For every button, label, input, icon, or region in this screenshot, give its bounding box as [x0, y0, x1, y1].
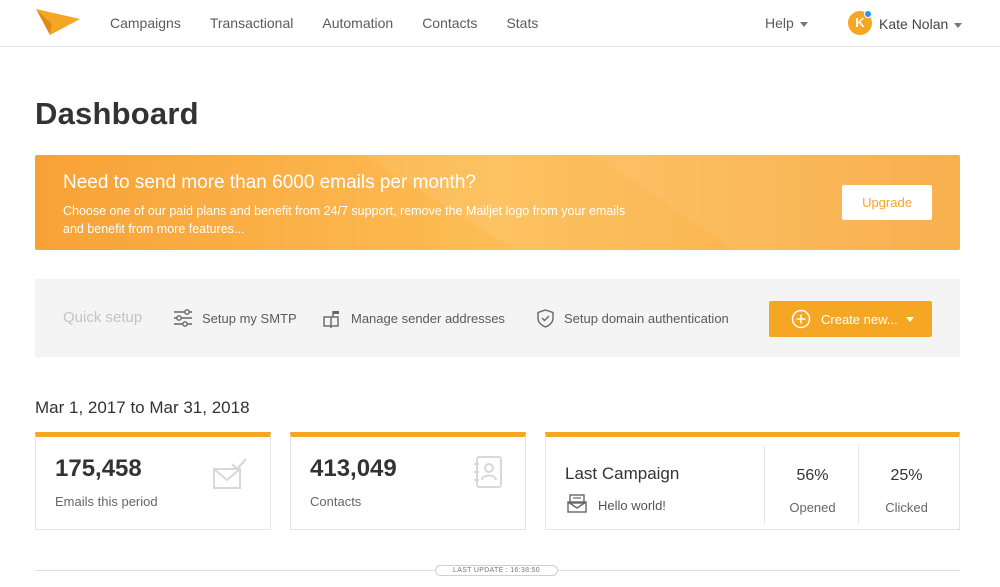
shield-check-icon: [537, 309, 554, 328]
last-campaign-title: Last Campaign: [565, 464, 680, 483]
emails-label: Emails this period: [55, 494, 158, 509]
last-campaign-name[interactable]: Hello world!: [598, 498, 666, 513]
chevron-down-icon: [799, 21, 808, 27]
quick-setup-bar: Quick setup Setup my SMTP Manage sender …: [35, 279, 960, 357]
opened-stat: 56% Opened: [764, 446, 859, 524]
notification-dot-icon: [864, 10, 872, 18]
nav-stats[interactable]: Stats: [506, 15, 538, 31]
setup-smtp-link[interactable]: Setup my SMTP: [173, 309, 297, 327]
banner-text: Choose one of our paid plans and benefit…: [63, 204, 626, 236]
contacts-stat-card: 413,049 Contacts: [290, 432, 526, 530]
campaign-envelope-icon: [567, 494, 587, 513]
page-title: Dashboard: [35, 96, 199, 131]
last-campaign-card[interactable]: Last Campaign Hello world! 56% Opened 25…: [545, 432, 960, 530]
setup-domain-label: Setup domain authentication: [564, 311, 729, 326]
create-new-label: Create new...: [821, 311, 898, 327]
user-menu[interactable]: Kate Nolan: [879, 16, 963, 32]
manage-sender-addresses-link[interactable]: Manage sender addresses: [323, 309, 505, 328]
quick-setup-label: Quick setup: [63, 309, 143, 326]
opened-percentage: 56%: [796, 467, 829, 484]
clicked-stat: 25% Clicked: [858, 446, 953, 524]
manage-sender-label: Manage sender addresses: [351, 311, 505, 326]
setup-domain-authentication-link[interactable]: Setup domain authentication: [536, 309, 729, 328]
sliders-icon: [174, 309, 192, 327]
mailbox-icon: [323, 311, 339, 328]
email-sent-icon: [213, 458, 247, 489]
user-name: Kate Nolan: [879, 16, 949, 32]
setup-smtp-label: Setup my SMTP: [202, 310, 297, 326]
nav-automation[interactable]: Automation: [322, 15, 393, 31]
nav-transactional[interactable]: Transactional: [210, 15, 294, 31]
address-book-icon: [474, 456, 502, 488]
banner-title: Need to send more than 6000 emails per m…: [63, 172, 476, 193]
upgrade-banner: Need to send more than 6000 emails per m…: [35, 155, 960, 250]
help-menu[interactable]: Help: [765, 15, 808, 31]
nav-contacts[interactable]: Contacts: [422, 15, 477, 31]
chevron-down-icon: [954, 22, 963, 28]
contacts-label: Contacts: [310, 494, 362, 509]
clicked-percentage: 25%: [890, 467, 923, 484]
create-new-button[interactable]: Create new...: [769, 301, 932, 337]
upgrade-button[interactable]: Upgrade: [842, 185, 932, 220]
emails-count: 175,458: [55, 455, 142, 482]
chevron-down-icon: [905, 316, 914, 322]
emails-stat-card: 175,458 Emails this period: [35, 432, 271, 530]
nav-campaigns[interactable]: Campaigns: [110, 15, 181, 31]
opened-label: Opened: [789, 500, 836, 515]
clicked-label: Clicked: [885, 500, 928, 515]
mailjet-logo-icon[interactable]: [36, 9, 80, 37]
last-update-badge: LAST UPDATE : 16:38:50: [435, 565, 558, 576]
top-navigation-bar: Campaigns Transactional Automation Conta…: [0, 0, 1000, 47]
contacts-count: 413,049: [310, 455, 397, 482]
plus-circle-icon: [791, 309, 811, 329]
date-range: Mar 1, 2017 to Mar 31, 2018: [35, 398, 250, 417]
help-label: Help: [765, 15, 794, 31]
main-nav: Campaigns Transactional Automation Conta…: [110, 0, 567, 46]
